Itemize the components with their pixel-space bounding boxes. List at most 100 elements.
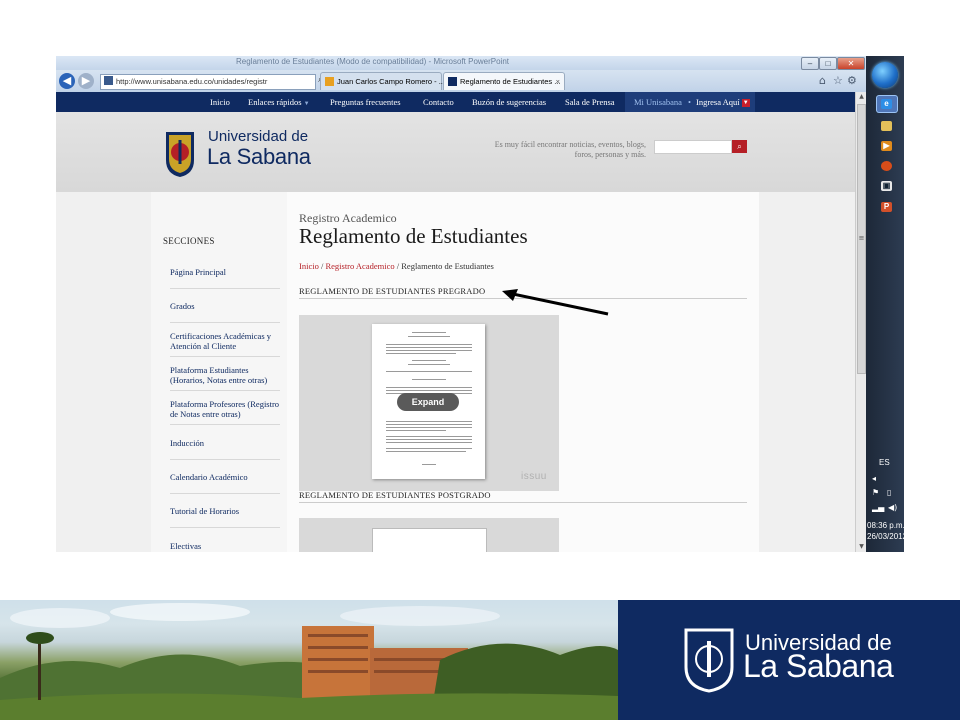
- document-viewer-pregrado[interactable]: Expand issuu: [299, 315, 559, 491]
- expand-button[interactable]: Expand: [397, 393, 459, 411]
- search-button[interactable]: ⌕: [732, 140, 747, 153]
- search-icon: ⌕: [737, 142, 742, 151]
- sidebar-item-pagina-principal[interactable]: Página Principal: [170, 267, 282, 277]
- document-viewer-postgrado[interactable]: [299, 518, 559, 552]
- heading-pregrado: REGLAMENTO DE ESTUDIANTES PREGRADO: [299, 286, 486, 296]
- nav-item-inicio[interactable]: Inicio: [210, 92, 230, 112]
- scroll-grip-icon: ≡: [858, 234, 865, 242]
- breadcrumb: Inicio / Registro Academico / Reglamento…: [299, 261, 494, 271]
- language-indicator[interactable]: ES: [879, 458, 890, 467]
- tab-label: Reglamento de Estudiantes ...: [460, 77, 561, 86]
- scroll-up-icon[interactable]: ▲: [856, 93, 866, 100]
- taskbar-media[interactable]: ▶: [877, 138, 897, 154]
- site-header: Universidad de La Sabana Es muy fácil en…: [56, 112, 855, 192]
- close-window-button[interactable]: ✕: [837, 57, 865, 70]
- tray-expand-icon[interactable]: ◂: [872, 474, 876, 483]
- start-button[interactable]: [872, 62, 898, 88]
- windows-taskbar: e ▶ ▣ P ES ◂ ⚑ ▯ ▂▄ ◀) 08:36 p.m. 26/03/…: [866, 56, 907, 552]
- network-signal-icon[interactable]: ▂▄: [872, 503, 884, 512]
- annotation-arrow: [502, 289, 609, 316]
- maximize-button[interactable]: □: [819, 57, 837, 70]
- chevron-down-icon: ▼: [741, 99, 750, 107]
- sidebar-divider: [170, 390, 280, 391]
- sidebar-item-calendario-academico[interactable]: Calendario Académico: [170, 472, 282, 482]
- tab-juan-carlos[interactable]: Juan Carlos Campo Romero - ...: [320, 72, 445, 90]
- breadcrumb-current: Reglamento de Estudiantes: [401, 261, 494, 271]
- sidebar-item-certificaciones[interactable]: Certificaciones Académicas y Atención al…: [170, 331, 282, 351]
- university-shield-icon[interactable]: [164, 130, 196, 178]
- nav-separator: •: [688, 97, 691, 107]
- home-icon[interactable]: ⌂: [819, 74, 826, 87]
- firefox-icon: [881, 161, 892, 171]
- browser-toolbar: ◀ ▶ http://www.unisabana.edu.co/unidades…: [56, 70, 866, 92]
- browser-window: Reglamento de Estudiantes (Modo de compa…: [56, 56, 866, 552]
- gear-icon[interactable]: ⚙: [847, 74, 857, 87]
- flag-icon[interactable]: ⚑: [872, 488, 879, 497]
- search-hint: Es muy fácil encontrar noticias, eventos…: [494, 140, 646, 159]
- clock-time[interactable]: 08:36 p.m.: [867, 521, 905, 530]
- sidebar-item-induccion[interactable]: Inducción: [170, 438, 282, 448]
- folder-icon: [881, 121, 892, 131]
- powerpoint-icon: P: [881, 202, 892, 212]
- logo-text-line1: Universidad de: [208, 128, 309, 145]
- sidebar-divider: [170, 459, 280, 460]
- volume-icon[interactable]: ◀): [888, 503, 897, 512]
- sidebar-item-plataforma-profesores[interactable]: Plataforma Profesores (Registro de Notas…: [170, 399, 282, 419]
- nav-label: Enlaces rápidos: [248, 97, 302, 107]
- taskbar-powerpoint[interactable]: P: [877, 199, 897, 215]
- battery-icon[interactable]: ▯: [887, 488, 891, 497]
- sidebar-item-tutorial-horarios[interactable]: Tutorial de Horarios: [170, 506, 282, 516]
- close-tab-icon[interactable]: ×: [556, 73, 560, 91]
- campus-illustration: [0, 603, 618, 720]
- login-label: Ingresa Aquí: [696, 97, 740, 107]
- taskbar-firefox[interactable]: [877, 158, 897, 174]
- tab-reglamento[interactable]: Reglamento de Estudiantes ... ×: [443, 72, 565, 90]
- address-bar[interactable]: http://www.unisabana.edu.co/unidades/reg…: [100, 74, 316, 90]
- logo-text-line2: La Sabana: [207, 144, 311, 169]
- sidebar-divider: [170, 527, 280, 528]
- campus-photo: [0, 600, 618, 720]
- heading-postgrado: REGLAMENTO DE ESTUDIANTES POSTGRADO: [299, 490, 491, 500]
- nav-item-enlaces-rapidos[interactable]: Enlaces rápidos ▼: [248, 92, 310, 112]
- forward-button[interactable]: ▶: [78, 73, 94, 89]
- minimize-button[interactable]: –: [801, 57, 819, 70]
- document-thumbnail: [372, 528, 487, 552]
- favorites-star-icon[interactable]: ☆: [833, 74, 843, 87]
- app-icon: ▣: [881, 181, 892, 191]
- sidebar-divider: [170, 288, 280, 289]
- internet-explorer-icon: e: [881, 99, 892, 109]
- heading-underline: [299, 502, 747, 503]
- sidebar-item-plataforma-estudiantes[interactable]: Plataforma Estudiantes (Horarios, Notas …: [170, 365, 282, 385]
- breadcrumb-home[interactable]: Inicio: [299, 261, 319, 271]
- nav-item-contacto[interactable]: Contacto: [423, 92, 454, 112]
- back-button[interactable]: ◀: [59, 73, 75, 89]
- taskbar-ie[interactable]: e: [877, 96, 897, 112]
- title-bar: Reglamento de Estudiantes (Modo de compa…: [56, 56, 866, 70]
- chevron-down-icon: ▼: [303, 101, 310, 107]
- issuu-logo: issuu: [521, 471, 547, 482]
- sidebar-divider: [170, 322, 280, 323]
- taskbar-explorer[interactable]: [877, 118, 897, 134]
- nav-item-buzon-sugerencias[interactable]: Buzón de sugerencias: [472, 92, 546, 112]
- sidebar-divider: [170, 493, 280, 494]
- sidebar-item-electivas[interactable]: Electivas: [170, 541, 282, 551]
- scroll-down-icon[interactable]: ▼: [856, 543, 866, 550]
- sidebar-heading: SECCIONES: [163, 236, 215, 246]
- breadcrumb-section[interactable]: Registro Academico: [325, 261, 394, 271]
- search-input[interactable]: [654, 140, 732, 154]
- outlook-icon: [325, 77, 334, 86]
- nav-item-sala-prensa[interactable]: Sala de Prensa: [565, 92, 615, 112]
- login-link[interactable]: Ingresa Aquí ▼: [696, 92, 750, 112]
- sidebar-item-grados[interactable]: Grados: [170, 301, 282, 311]
- site-navigation: Inicio Enlaces rápidos ▼ Preguntas frecue…: [56, 92, 855, 112]
- taskbar-app[interactable]: ▣: [877, 178, 897, 194]
- university-shield-icon: [684, 628, 734, 693]
- vertical-scrollbar[interactable]: ▲ ≡ ▼: [855, 92, 866, 552]
- clock-date[interactable]: 26/03/2012: [867, 532, 907, 541]
- mi-unisabana-label[interactable]: Mi Unisabana: [634, 92, 682, 112]
- nav-item-preguntas-frecuentes[interactable]: Preguntas frecuentes: [330, 92, 401, 112]
- page-title: Reglamento de Estudiantes: [299, 224, 528, 248]
- sidebar-divider: [170, 424, 280, 425]
- mi-unisabana-menu[interactable]: Mi Unisabana • Ingresa Aquí ▼: [625, 92, 755, 112]
- banner-logo-line2: La Sabana: [743, 648, 894, 684]
